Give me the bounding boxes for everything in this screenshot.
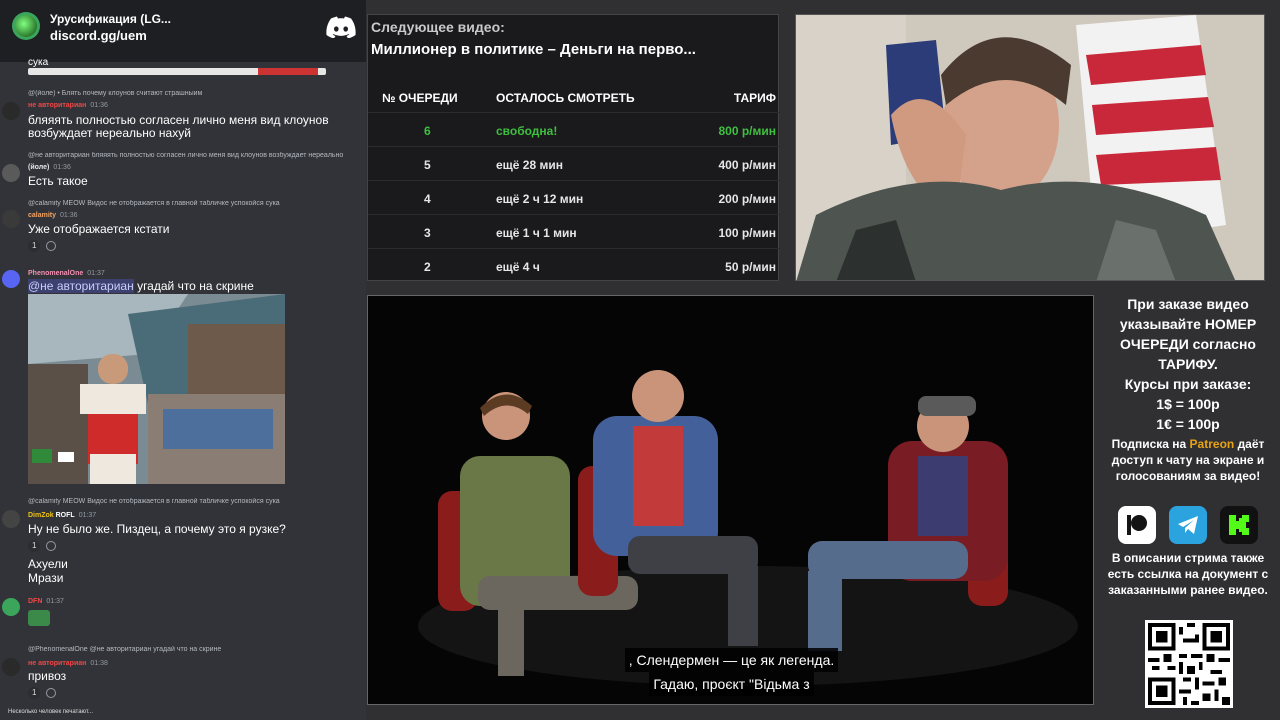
description-info: В описании стрима также есть ссылка на д…	[1107, 551, 1269, 597]
reply-preview: @не авторитариан бляяять полностью согла…	[28, 152, 344, 159]
reply-preview: @calamity MEOW Видос не отображается в г…	[28, 200, 280, 207]
chat-message: DFN 01:37	[0, 596, 366, 636]
telegram-icon[interactable]	[1169, 506, 1207, 544]
message-author[interactable]: PhenomenalOne 01:37	[28, 270, 105, 277]
typing-indicator: Несколько человек печатают...	[8, 709, 93, 715]
role-badge: ROFL	[55, 512, 75, 519]
message-text: Есть такое	[28, 174, 88, 188]
message-author[interactable]: calamity 01:36	[28, 212, 78, 219]
message-author[interactable]: (йоле) 01:36	[28, 164, 71, 171]
reaction-row[interactable]: 1	[28, 239, 57, 252]
reaction-row[interactable]: 1	[28, 539, 57, 552]
webcam-feed	[795, 14, 1265, 281]
reply-preview: @calamity MEOW Видос не отображается в г…	[28, 498, 280, 505]
market-photo	[28, 294, 285, 484]
order-instructions: При заказе видео указывайте НОМЕР ОЧЕРЕД…	[1119, 296, 1257, 372]
reaction-pill[interactable]: 1	[28, 239, 41, 252]
patreon-link[interactable]: Patreon	[1190, 437, 1235, 451]
server-name: Урусификация (LG...	[50, 12, 171, 26]
discord-avatar-icon	[2, 270, 20, 288]
avatar	[2, 598, 20, 616]
server-icon[interactable]	[12, 12, 40, 40]
queue-table-header: № ОЧЕРЕДИ ОСТАЛОСЬ СМОТРЕТЬ ТАРИФ	[368, 85, 780, 111]
chat-message: @(йоле) • Блять почему клоунов считают с…	[0, 88, 366, 140]
message-text: Мрази	[28, 571, 64, 585]
reply-preview: @PhenomenalOne @не авторитариан угадай ч…	[28, 646, 222, 653]
rates-title: Курсы при заказе:	[1124, 376, 1252, 392]
message-author[interactable]: DFN 01:37	[28, 598, 64, 605]
info-panel: При заказе видео указывайте НОМЕР ОЧЕРЕД…	[1100, 292, 1276, 712]
embed-preview	[28, 68, 326, 75]
queue-row: 2 ещё 4 ч 50 р/мин	[368, 248, 780, 282]
message-text: привоз	[28, 669, 67, 683]
message-text: Ну не было же. Пиздец, а почему это я ру…	[28, 522, 286, 536]
add-reaction-icon[interactable]	[46, 240, 57, 251]
attached-image[interactable]	[28, 294, 285, 484]
chat-header: Урусификация (LG... discord.gg/uem	[0, 0, 366, 62]
message-author[interactable]: не авторитариан 01:36	[28, 102, 108, 109]
user-mention[interactable]: @не авторитариан	[28, 279, 134, 293]
chat-message: @calamity MEOW Видос не отображается в г…	[0, 496, 366, 556]
message-author[interactable]: DimZok ROFL 01:37	[28, 512, 96, 519]
qr-code[interactable]	[1145, 620, 1233, 708]
discord-logo-icon	[326, 16, 356, 38]
video-queue-panel: Следующее видео: Миллионер в политике – …	[367, 14, 780, 282]
chat-message: @calamity MEOW Видос не отображается в г…	[0, 198, 366, 256]
message-text: @не авторитариан угадай что на скрине	[28, 279, 254, 293]
next-video-label: Следующее видео:	[371, 19, 505, 35]
exchange-rates: Курсы при заказе: 1$ = 100р 1€ = 100р	[1100, 374, 1276, 434]
header-queue-number: № ОЧЕРЕДИ	[382, 91, 458, 105]
add-reaction-icon[interactable]	[46, 687, 57, 698]
avatar	[2, 210, 20, 228]
kick-icon[interactable]	[1220, 506, 1258, 544]
video-frame	[368, 296, 1093, 704]
subtitle-line-1: , Слендермен — це як легенда.	[624, 648, 839, 672]
chat-message: Ахуели	[0, 558, 366, 572]
queue-row: 6 свободна! 800 р/мин	[368, 112, 780, 146]
chat-message: сука	[0, 56, 366, 78]
message-text: Уже отображается кстати	[28, 222, 170, 236]
social-links	[1118, 506, 1258, 544]
webcam-image	[796, 15, 1264, 280]
header-rate: ТАРИФ	[733, 91, 776, 105]
queue-row: 5 ещё 28 мин 400 р/мин	[368, 146, 780, 180]
rate-usd: 1$ = 100р	[1156, 396, 1220, 412]
next-video-title: Миллионер в политике – Деньги на перво..…	[371, 41, 696, 58]
discord-chat-panel: Урусификация (LG... discord.gg/uem сука …	[0, 0, 366, 720]
chat-message: Мрази	[0, 572, 366, 586]
main-video-player[interactable]: , Слендермен — це як легенда. Гадаю, про…	[367, 295, 1094, 705]
subscription-info: Подписка на Patreon даёт доступ к чату н…	[1111, 437, 1265, 483]
sticker-image	[28, 610, 50, 626]
video-subtitles: , Слендермен — це як легенда. Гадаю, про…	[368, 648, 1093, 696]
reaction-row[interactable]: 1	[28, 686, 57, 699]
add-reaction-icon[interactable]	[46, 540, 57, 551]
message-text: Ахуели	[28, 557, 68, 571]
avatar	[2, 102, 20, 120]
reaction-pill[interactable]: 1	[28, 539, 41, 552]
header-time-left: ОСТАЛОСЬ СМОТРЕТЬ	[496, 91, 635, 105]
message-author[interactable]: не авторитариан 01:38	[28, 660, 108, 667]
subtitle-line-2: Гадаю, проєкт "Відьма з	[649, 672, 814, 696]
reply-preview: @(йоле) • Блять почему клоунов считают с…	[28, 90, 203, 97]
reaction-pill[interactable]: 1	[28, 686, 41, 699]
patreon-icon[interactable]	[1118, 506, 1156, 544]
avatar	[2, 164, 20, 182]
avatar	[2, 658, 20, 676]
queue-row: 4 ещё 2 ч 12 мин 200 р/мин	[368, 180, 780, 214]
queue-row: 3 ещё 1 ч 1 мин 100 р/мин	[368, 214, 780, 248]
chat-message: @не авторитариан бляяять полностью согла…	[0, 150, 366, 190]
message-text: бляяять полностью согласен лично меня ви…	[28, 113, 329, 140]
rate-eur: 1€ = 100р	[1156, 416, 1220, 432]
server-invite-link[interactable]: discord.gg/uem	[50, 28, 147, 43]
avatar	[2, 510, 20, 528]
chat-message: @PhenomenalOne @не авторитариан угадай ч…	[0, 644, 366, 704]
